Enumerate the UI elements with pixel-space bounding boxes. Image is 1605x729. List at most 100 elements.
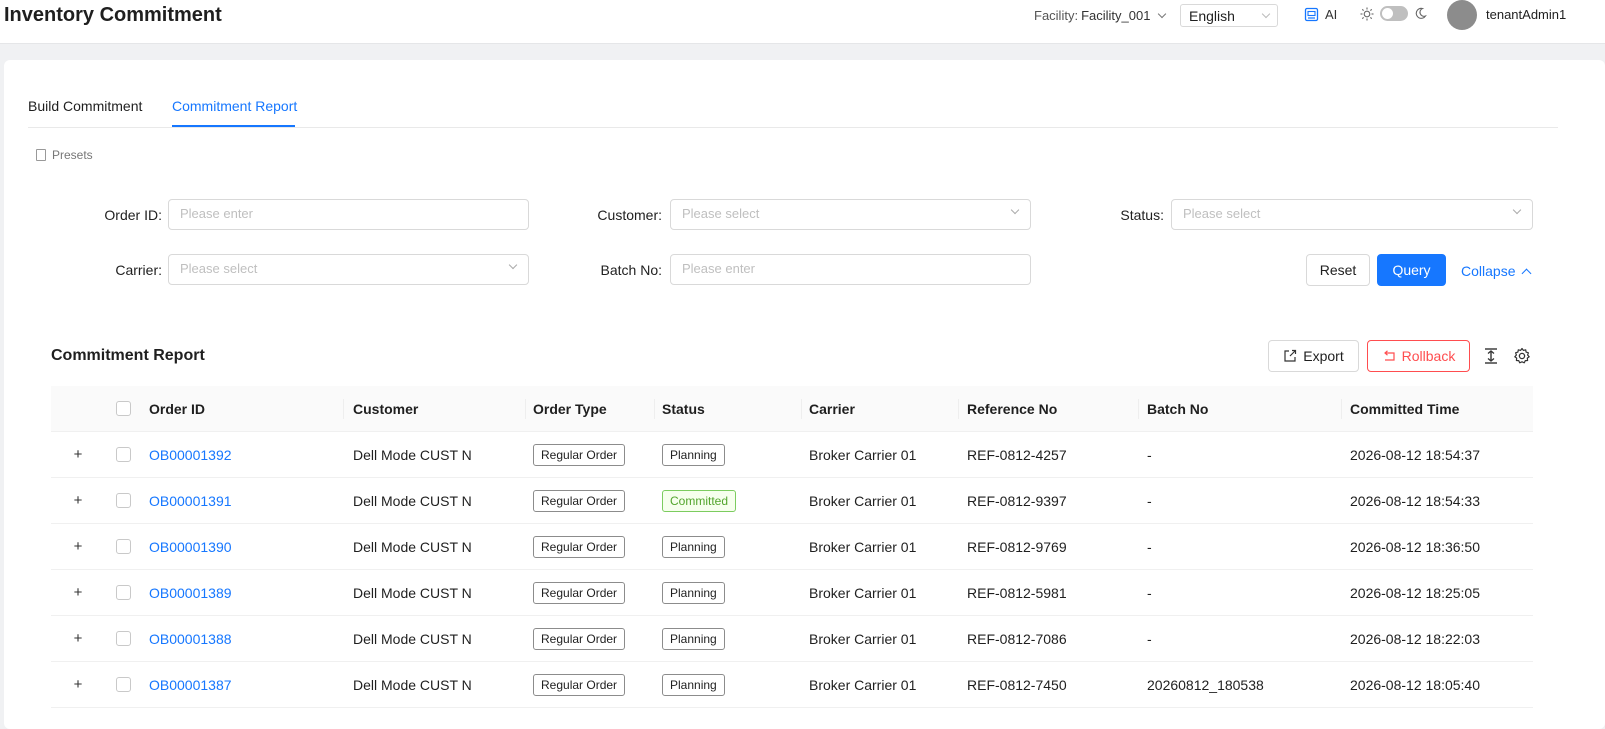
carrier-placeholder: Please select xyxy=(180,261,258,276)
query-button[interactable]: Query xyxy=(1377,254,1446,286)
order-id-link[interactable]: OB00001392 xyxy=(149,447,232,463)
export-button[interactable]: Export xyxy=(1268,340,1359,372)
col-order-type[interactable]: Order Type xyxy=(533,401,607,417)
status-badge: Committed xyxy=(662,490,737,512)
chevron-down-icon xyxy=(1512,205,1522,215)
order-id-placeholder: Please enter xyxy=(180,206,253,221)
row-checkbox[interactable] xyxy=(116,539,131,554)
order-type-tag: Regular Order xyxy=(533,674,626,696)
carrier-cell: Broker Carrier 01 xyxy=(809,539,917,555)
rollback-icon xyxy=(1383,350,1395,361)
customer-cell: Dell Mode CUST N xyxy=(353,493,472,509)
report-title: Commitment Report xyxy=(51,347,205,364)
order-id-link[interactable]: OB00001390 xyxy=(149,539,232,555)
col-committed-time[interactable]: Committed Time xyxy=(1350,401,1459,417)
batch-cell: 20260812_180538 xyxy=(1147,677,1264,693)
export-label: Export xyxy=(1303,348,1344,364)
table-row: + OB00001392 Dell Mode CUST N Regular Order… xyxy=(51,432,1533,478)
table-row: + OB00001391 Dell Mode CUST N Regular Order… xyxy=(51,478,1533,524)
batch-cell: - xyxy=(1147,493,1152,509)
col-reference-no[interactable]: Reference No xyxy=(967,401,1057,417)
col-carrier[interactable]: Carrier xyxy=(809,401,855,417)
reset-button[interactable]: Reset xyxy=(1306,254,1370,286)
expand-row-icon[interactable]: + xyxy=(71,631,85,646)
order-id-link[interactable]: OB00001391 xyxy=(149,493,232,509)
order-id-input[interactable]: Please enter xyxy=(168,199,529,230)
gear-icon[interactable] xyxy=(1513,347,1531,365)
presets-button[interactable]: Presets xyxy=(36,148,93,162)
customer-select[interactable]: Please select xyxy=(670,199,1031,230)
status-badge: Planning xyxy=(662,674,725,696)
expand-row-icon[interactable]: + xyxy=(71,677,85,692)
customer-cell: Dell Mode CUST N xyxy=(353,585,472,601)
tab-build-commitment[interactable]: Build Commitment xyxy=(28,98,142,114)
select-all-checkbox[interactable] xyxy=(116,401,131,416)
col-order-id[interactable]: Order ID xyxy=(149,401,205,417)
order-type-tag: Regular Order xyxy=(533,490,626,512)
table-row: + OB00001388 Dell Mode CUST N Regular Order… xyxy=(51,616,1533,662)
order-id-link[interactable]: OB00001388 xyxy=(149,631,232,647)
batch-no-placeholder: Please enter xyxy=(682,261,755,276)
order-id-label: Order ID: xyxy=(104,207,162,223)
order-id-link[interactable]: OB00001387 xyxy=(149,677,232,693)
status-select[interactable]: Please select xyxy=(1171,199,1533,230)
committed-time-cell: 2026-08-12 18:05:40 xyxy=(1350,677,1480,693)
row-checkbox[interactable] xyxy=(116,631,131,646)
row-checkbox[interactable] xyxy=(116,585,131,600)
table-row: + OB00001387 Dell Mode CUST N Regular Order… xyxy=(51,662,1533,708)
language-value: English xyxy=(1189,7,1235,24)
column-divider xyxy=(343,399,344,419)
avatar[interactable] xyxy=(1447,0,1477,30)
committed-time-cell: 2026-08-12 18:54:37 xyxy=(1350,447,1480,463)
order-type-tag: Regular Order xyxy=(533,444,626,466)
top-bar: Inventory Commitment Facility: Facility_… xyxy=(0,0,1605,44)
reference-cell: REF-0812-9769 xyxy=(967,539,1067,555)
committed-time-cell: 2026-08-12 18:54:33 xyxy=(1350,493,1480,509)
expand-row-icon[interactable]: + xyxy=(71,539,85,554)
batch-cell: - xyxy=(1147,539,1152,555)
customer-label: Customer: xyxy=(597,207,662,223)
sun-icon xyxy=(1360,7,1374,20)
customer-placeholder: Please select xyxy=(682,206,760,221)
language-select[interactable]: English xyxy=(1180,4,1278,27)
active-tab-indicator xyxy=(172,125,295,127)
theme-toggle-group xyxy=(1360,6,1427,21)
rollback-button[interactable]: Rollback xyxy=(1367,340,1470,372)
reference-cell: REF-0812-9397 xyxy=(967,493,1067,509)
status-label: Status: xyxy=(1120,207,1164,223)
expand-row-icon[interactable]: + xyxy=(71,585,85,600)
col-customer[interactable]: Customer xyxy=(353,401,418,417)
status-badge: Planning xyxy=(662,628,725,650)
ai-label: AI xyxy=(1325,7,1338,22)
batch-cell: - xyxy=(1147,631,1152,647)
carrier-select[interactable]: Please select xyxy=(168,254,529,285)
chevron-up-icon xyxy=(1522,268,1532,278)
column-divider xyxy=(958,399,959,419)
collapse-button[interactable]: Collapse xyxy=(1461,263,1532,279)
column-height-icon[interactable] xyxy=(1482,347,1500,365)
column-divider xyxy=(1138,399,1139,419)
order-id-link[interactable]: OB00001389 xyxy=(149,585,232,601)
column-divider xyxy=(525,399,526,419)
facility-selector[interactable]: Facility: Facility_001 xyxy=(1034,8,1167,23)
row-checkbox[interactable] xyxy=(116,677,131,692)
theme-toggle[interactable] xyxy=(1380,6,1408,21)
expand-row-icon[interactable]: + xyxy=(71,493,85,508)
expand-row-icon[interactable]: + xyxy=(71,447,85,462)
customer-cell: Dell Mode CUST N xyxy=(353,447,472,463)
ai-button[interactable]: AI xyxy=(1304,7,1337,22)
table-body: + OB00001392 Dell Mode CUST N Regular Order… xyxy=(51,432,1533,708)
chevron-down-icon xyxy=(1261,9,1271,18)
main-card: Build Commitment Commitment Report Prese… xyxy=(4,60,1605,729)
committed-time-cell: 2026-08-12 18:22:03 xyxy=(1350,631,1480,647)
reference-cell: REF-0812-7086 xyxy=(967,631,1067,647)
col-status[interactable]: Status xyxy=(662,401,705,417)
col-batch-no[interactable]: Batch No xyxy=(1147,401,1208,417)
carrier-cell: Broker Carrier 01 xyxy=(809,677,917,693)
presets-label: Presets xyxy=(52,148,93,162)
row-checkbox[interactable] xyxy=(116,493,131,508)
username[interactable]: tenantAdmin1 xyxy=(1486,7,1566,22)
batch-no-input[interactable]: Please enter xyxy=(670,254,1031,285)
row-checkbox[interactable] xyxy=(116,447,131,462)
tab-commitment-report[interactable]: Commitment Report xyxy=(172,98,297,114)
